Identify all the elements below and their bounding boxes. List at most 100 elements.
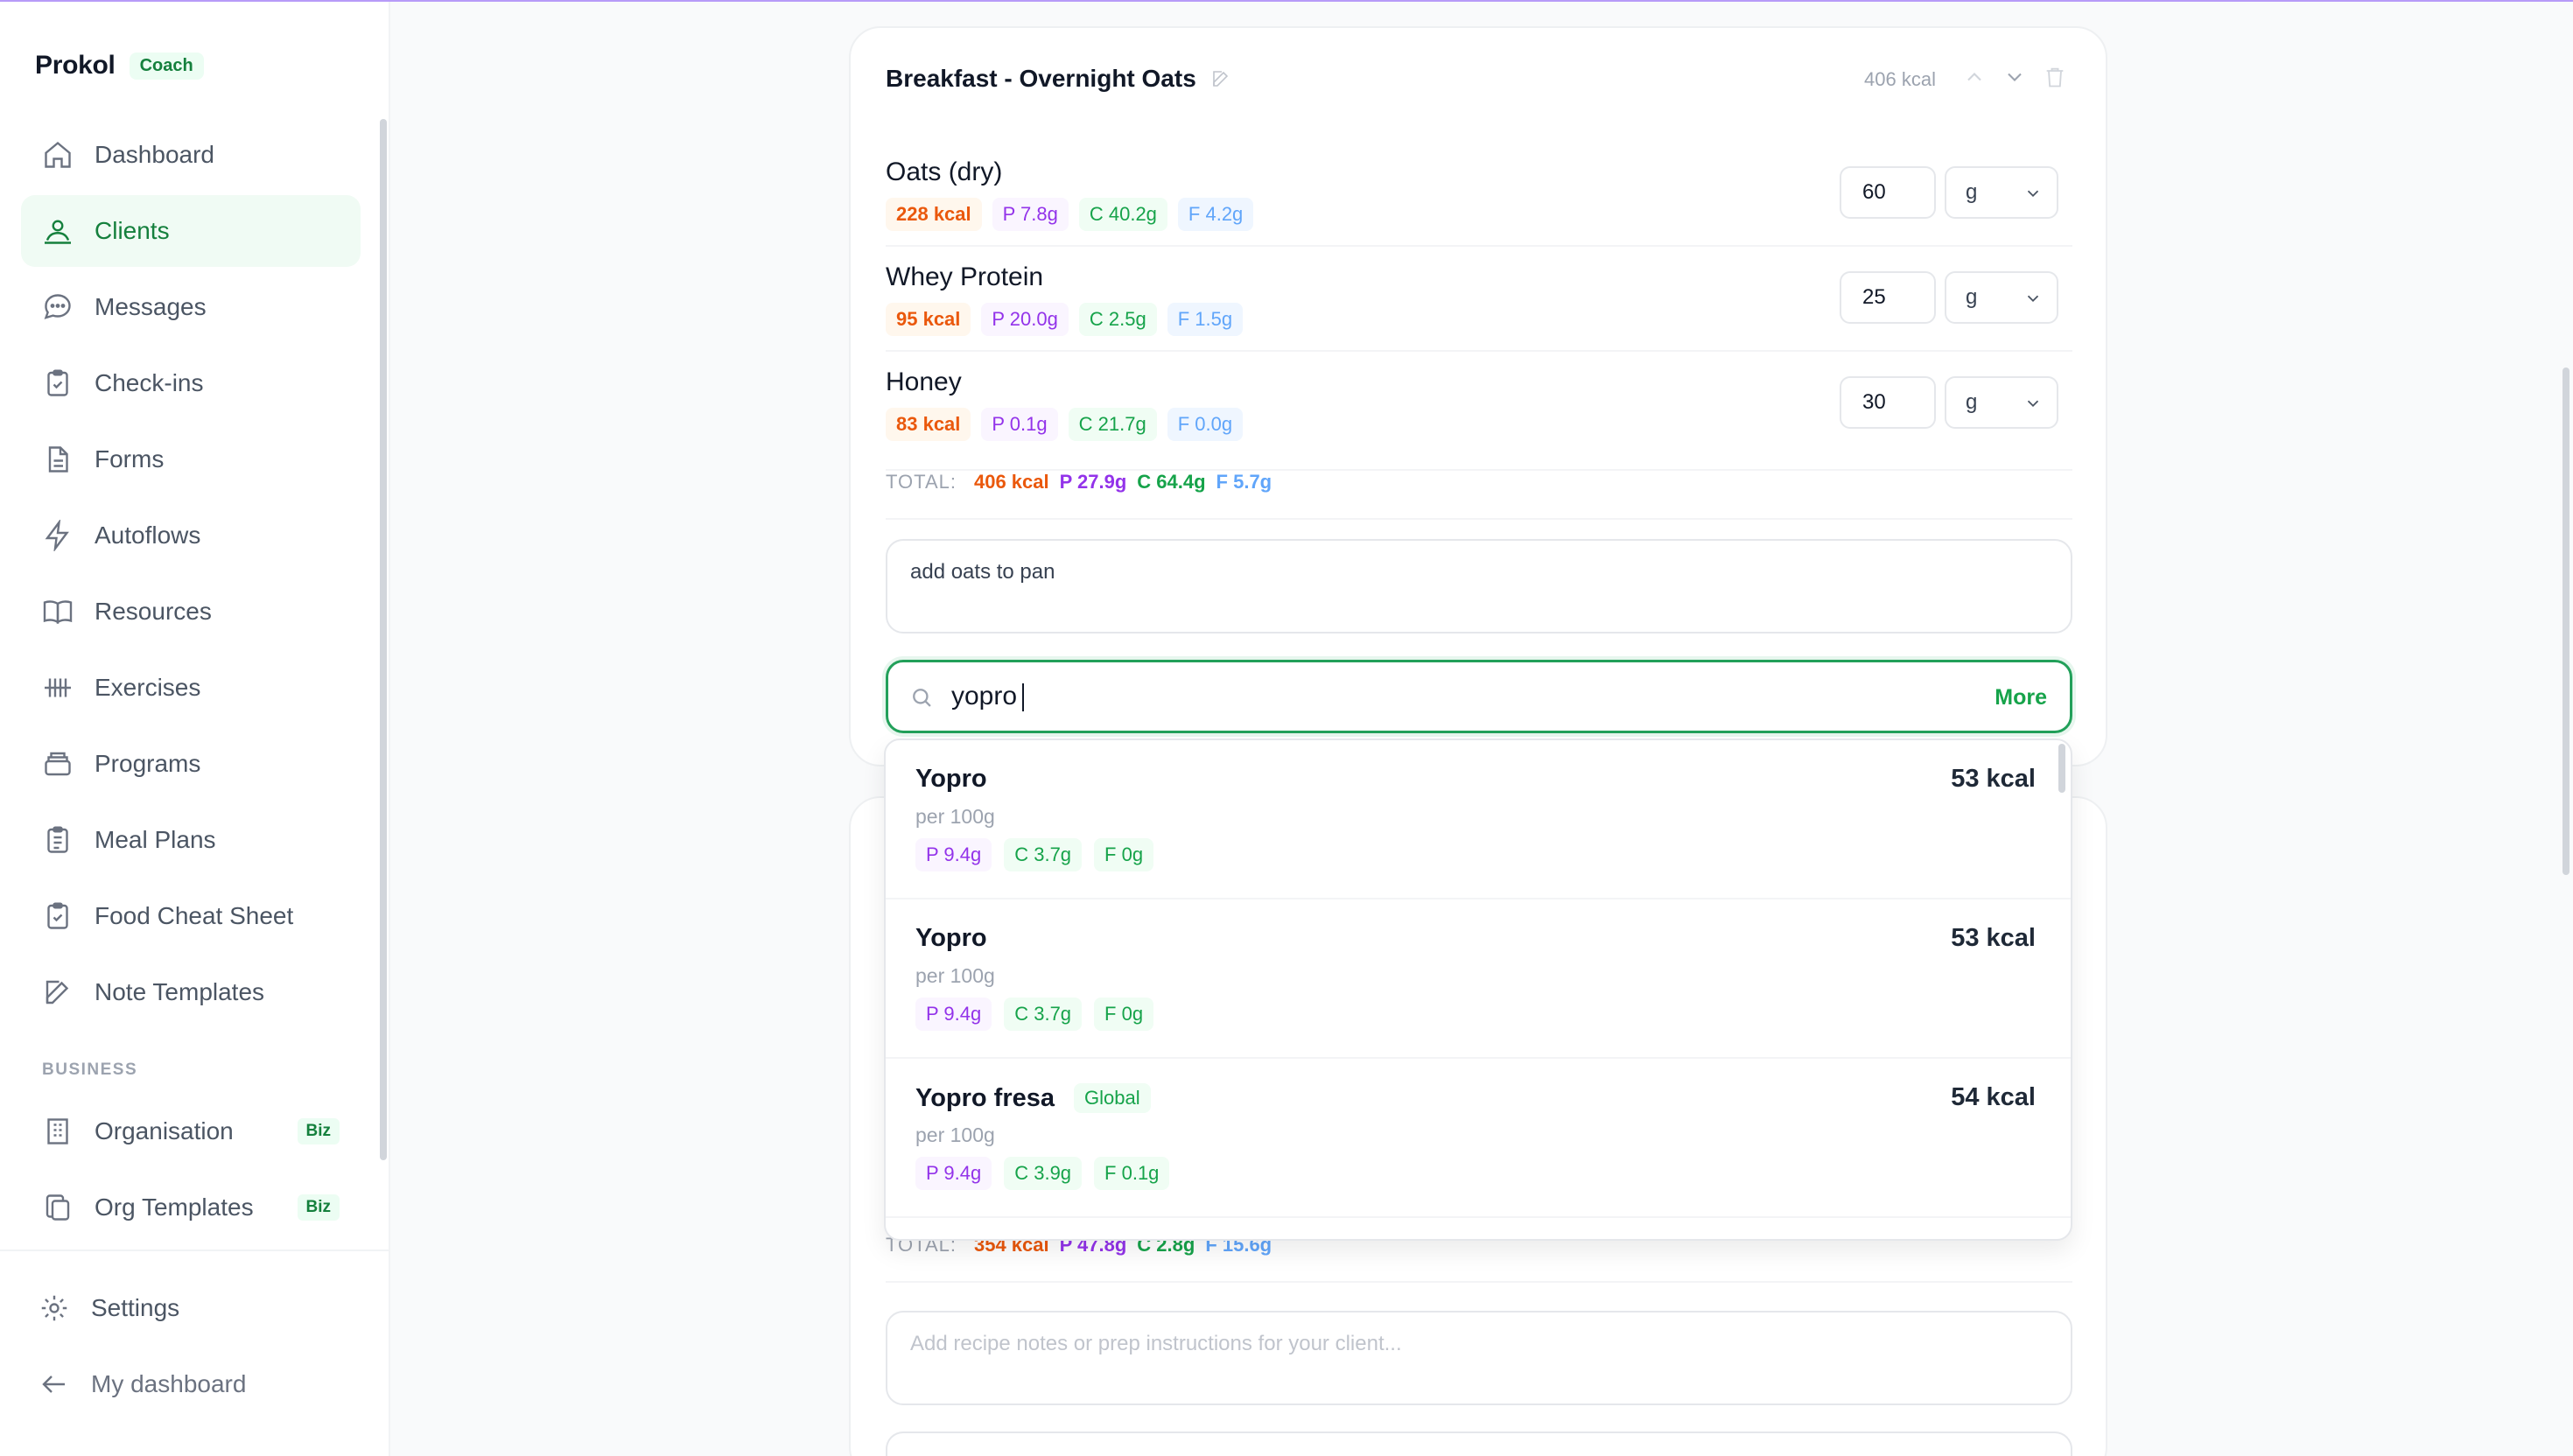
meal-actions xyxy=(1962,65,2067,89)
sidebar: Prokol Coach Dashboard Clients Messages … xyxy=(0,2,390,1456)
dropdown-scrollbar[interactable] xyxy=(2058,744,2065,793)
unit-select[interactable]: g xyxy=(1945,271,2058,324)
carbs-tag: C 40.2g xyxy=(1078,198,1167,231)
main-nav: Dashboard Clients Messages Check-ins For… xyxy=(21,119,361,1032)
page-scrollbar[interactable] xyxy=(2562,368,2569,875)
quantity-input[interactable]: 30 xyxy=(1840,376,1936,429)
result-per: per 100g xyxy=(915,1124,995,1146)
unit-value: g xyxy=(1966,180,1978,204)
quantity-input[interactable]: 60 xyxy=(1840,166,1936,219)
clients-icon xyxy=(45,220,71,244)
result-kcal: 53 kcal xyxy=(1951,924,2036,952)
nav-item-clients[interactable]: Clients xyxy=(21,195,361,267)
meal-kcal: 406 kcal xyxy=(1864,68,1936,90)
nav-label: Settings xyxy=(91,1294,180,1321)
search-icon xyxy=(913,689,931,707)
nav-label: Check-ins xyxy=(95,369,204,396)
trash-icon[interactable] xyxy=(2043,65,2067,89)
result-name-text: Yopro fresa xyxy=(915,1083,1055,1112)
result-name: Yopro xyxy=(915,765,987,794)
divider xyxy=(886,518,2072,520)
nav-item-resources[interactable]: Resources xyxy=(21,576,361,648)
stack-icon xyxy=(45,752,71,776)
kcal-tag: 228 kcal xyxy=(886,198,982,231)
food-name: Oats (dry) xyxy=(886,158,1003,186)
macro-tags: 228 kcal P 7.8g C 40.2g F 4.2g xyxy=(886,198,1254,231)
nav-item-check-ins[interactable]: Check-ins xyxy=(21,347,361,419)
search-result-item[interactable]: Yopro per 100g 53 kcal P 9.4g C 3.7g F 0… xyxy=(886,740,2071,900)
nav-label: Programs xyxy=(95,750,201,777)
nav-label: Autoflows xyxy=(95,522,201,549)
sidebar-scrollbar[interactable] xyxy=(380,119,387,1160)
nav-label: Forms xyxy=(95,445,165,472)
nav-item-messages[interactable]: Messages xyxy=(21,271,361,343)
nav-item-settings[interactable]: Settings xyxy=(21,1272,361,1344)
total-fat: F 5.7g xyxy=(1216,471,1272,493)
search-result-item[interactable]: Yopro per 100g 53 kcal P 9.4g C 3.7g F 0… xyxy=(886,900,2071,1059)
fat-tag: F 4.2g xyxy=(1177,198,1254,231)
more-button[interactable]: More xyxy=(1995,685,2047,710)
totals-label: TOTAL: xyxy=(886,471,957,493)
clipboard-list-icon xyxy=(47,826,68,853)
divider xyxy=(886,1281,2072,1283)
gear-icon xyxy=(41,1295,67,1321)
clipboard-check-icon xyxy=(47,369,68,396)
nav-label: Messages xyxy=(95,293,207,320)
kcal-tag: 83 kcal xyxy=(886,408,971,441)
nav-item-organisation[interactable]: Organisation Biz xyxy=(21,1096,361,1167)
result-macros: P 9.4g C 3.7g F 0g xyxy=(915,838,1154,872)
dumbbell-icon xyxy=(45,678,71,697)
chevron-down-icon xyxy=(2027,190,2039,198)
nav-item-programs[interactable]: Programs xyxy=(21,728,361,800)
result-macros: P 9.4g C 3.7g F 0g xyxy=(915,998,1154,1031)
nav-item-my-dashboard[interactable]: My dashboard xyxy=(21,1348,361,1420)
unit-value: g xyxy=(1966,285,1978,309)
fat-tag: F 0g xyxy=(1094,998,1154,1031)
recipe-notes-textarea[interactable]: Add recipe notes or prep instructions fo… xyxy=(886,1311,2072,1405)
fat-tag: F 1.5g xyxy=(1167,303,1244,336)
nav-item-autoflows[interactable]: Autoflows xyxy=(21,500,361,571)
next-field[interactable] xyxy=(886,1432,2072,1456)
food-row: Honey 83 kcal P 0.1g C 21.7g F 0.0g 30 g xyxy=(886,352,2072,471)
nav-label: Clients xyxy=(95,217,170,244)
edit-icon[interactable] xyxy=(1210,68,1231,89)
nav-label: Note Templates xyxy=(95,978,265,1005)
protein-tag: P 9.4g xyxy=(915,1157,992,1190)
nav-item-dashboard[interactable]: Dashboard xyxy=(21,119,361,191)
nav-item-meal-plans[interactable]: Meal Plans xyxy=(21,804,361,876)
search-value: yopro xyxy=(951,682,1025,712)
brand: Prokol Coach xyxy=(35,51,204,80)
protein-tag: P 9.4g xyxy=(915,998,992,1031)
nav-item-forms[interactable]: Forms xyxy=(21,424,361,495)
nav-label: My dashboard xyxy=(91,1370,247,1397)
text-caret xyxy=(1022,683,1025,712)
total-carbs: C 64.4g xyxy=(1137,471,1206,493)
nav-item-org-templates[interactable]: Org Templates Biz xyxy=(21,1172,361,1243)
food-search-results: Yopro per 100g 53 kcal P 9.4g C 3.7g F 0… xyxy=(884,738,2072,1241)
kcal-tag: 95 kcal xyxy=(886,303,971,336)
food-name: Whey Protein xyxy=(886,262,1044,291)
unit-select[interactable]: g xyxy=(1945,166,2058,219)
role-badge: Coach xyxy=(129,52,204,80)
chevron-down-icon xyxy=(2027,295,2039,303)
result-name: Yopro fresa Global xyxy=(915,1083,1151,1113)
search-result-item[interactable]: Yopro fresa Global per 100g 54 kcal P 9.… xyxy=(886,1059,2071,1218)
recipe-notes-textarea[interactable]: add oats to pan xyxy=(886,539,2072,634)
macro-tags: 95 kcal P 20.0g C 2.5g F 1.5g xyxy=(886,303,1244,336)
nav-item-food-cheat-sheet[interactable]: Food Cheat Sheet xyxy=(21,880,361,952)
unit-value: g xyxy=(1966,390,1978,414)
carbs-tag: C 2.5g xyxy=(1078,303,1157,336)
unit-select[interactable]: g xyxy=(1945,376,2058,429)
brand-name: Prokol xyxy=(35,51,116,80)
lightning-icon xyxy=(45,520,69,551)
quantity-input[interactable]: 25 xyxy=(1840,271,1936,324)
nav-item-exercises[interactable]: Exercises xyxy=(21,652,361,724)
biz-badge: Biz xyxy=(297,1194,340,1221)
chevron-down-icon[interactable] xyxy=(2002,65,2027,89)
result-per: per 100g xyxy=(915,964,995,987)
food-search-input[interactable]: yopro More xyxy=(886,660,2072,733)
meal-title-text: Breakfast - Overnight Oats xyxy=(886,65,1196,92)
chevron-up-icon[interactable] xyxy=(1962,65,1987,89)
copy-icon xyxy=(46,1194,70,1221)
nav-item-note-templates[interactable]: Note Templates xyxy=(21,956,361,1028)
